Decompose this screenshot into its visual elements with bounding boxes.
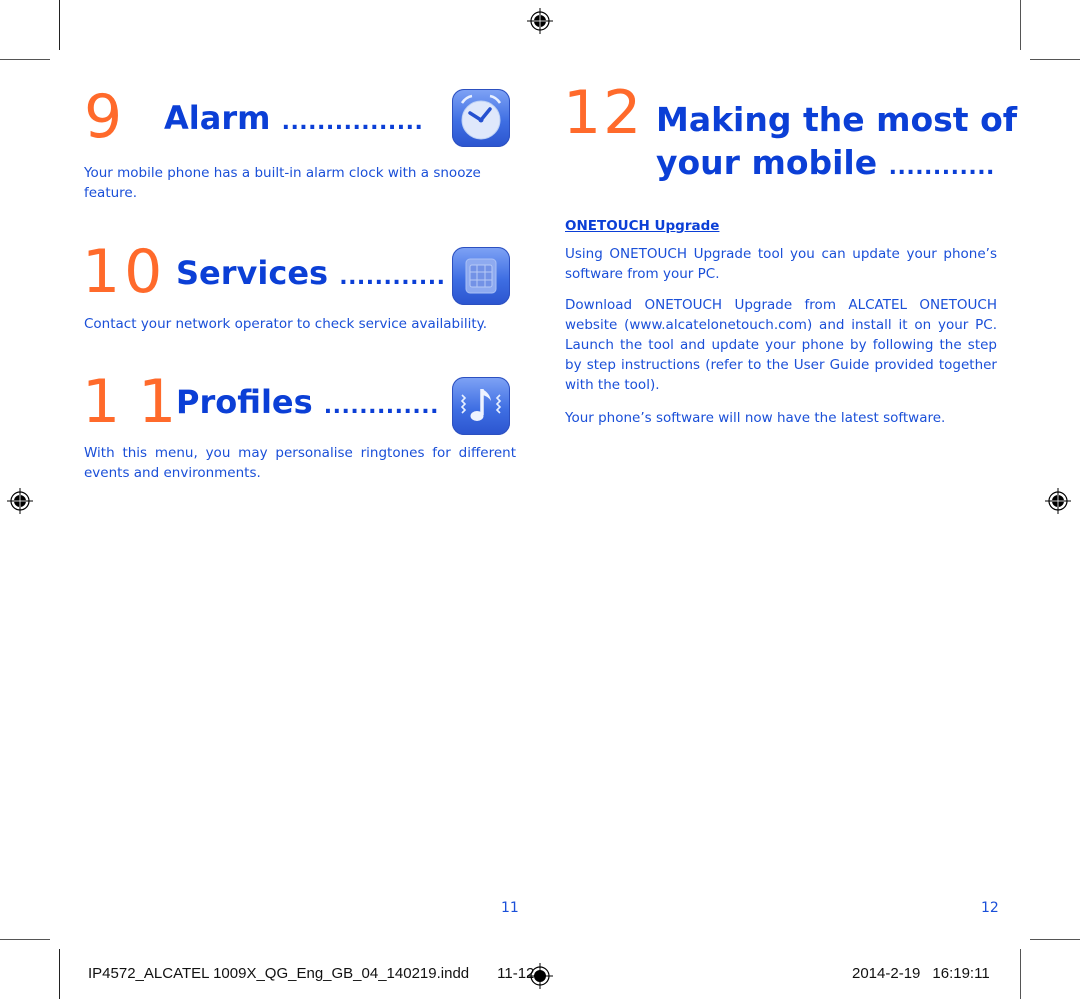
print-timestamp: 2014-2-19 16:19:11 (852, 965, 990, 982)
dot-leader: ............ (339, 265, 446, 290)
sim-card-icon (452, 247, 510, 305)
section-title-line-2: your mobile ............ (656, 141, 1017, 189)
paragraph: Download ONETOUCH Upgrade from ALCATEL O… (565, 297, 997, 393)
section-title-text: Alarm (164, 99, 271, 137)
crop-mark (0, 59, 50, 60)
section-title-text: Profiles (176, 383, 313, 421)
section-title-line-1: Making the most of (656, 100, 1018, 139)
registration-mark-icon (527, 963, 553, 989)
section-title: Profiles ............. (176, 382, 439, 427)
crop-mark (59, 949, 60, 999)
print-time: 16:19:11 (932, 965, 990, 982)
registration-mark-icon (7, 488, 33, 514)
crop-mark (1020, 949, 1021, 999)
music-note-icon (452, 377, 510, 435)
section-title: Making the most of your mobile .........… (656, 98, 1017, 189)
section-title: Services ............ (176, 253, 446, 298)
section-description: With this menu, you may personalise ring… (84, 445, 516, 481)
alarm-clock-icon (452, 89, 510, 147)
subheading-onetouch-upgrade: ONETOUCH Upgrade (565, 218, 720, 234)
crop-mark (1020, 0, 1021, 50)
chapter-number: 9 (84, 82, 123, 152)
registration-mark-icon (1045, 488, 1071, 514)
chapter-number: 10 (82, 237, 167, 307)
section-title-text: your mobile (656, 143, 878, 182)
crop-mark (0, 939, 50, 940)
page-number: 12 (981, 900, 999, 916)
file-name: IP4572_ALCATEL 1009X_QG_Eng_GB_04_140219… (88, 965, 470, 982)
section-description: Your mobile phone has a built-in alarm c… (84, 165, 481, 201)
section-title: Alarm ................ (164, 98, 423, 143)
dot-leader: ............ (888, 155, 995, 180)
dot-leader: ................ (281, 110, 424, 135)
page-number: 11 (501, 900, 519, 916)
print-date: 2014-2-19 (852, 965, 921, 982)
crop-mark (1030, 939, 1080, 940)
dot-leader: ............. (323, 394, 439, 419)
section-title-text: Services (176, 254, 329, 292)
registration-mark-icon (527, 8, 553, 34)
crop-mark (1030, 59, 1080, 60)
paragraph: Your phone’s software will now have the … (565, 410, 946, 426)
crop-mark (59, 0, 60, 50)
print-slug: IP4572_ALCATEL 1009X_QG_Eng_GB_04_140219… (88, 965, 534, 982)
paragraph: Using ONETOUCH Upgrade tool you can upda… (565, 246, 997, 282)
section-description: Contact your network operator to check s… (84, 316, 488, 332)
chapter-number: 12 (563, 78, 644, 148)
